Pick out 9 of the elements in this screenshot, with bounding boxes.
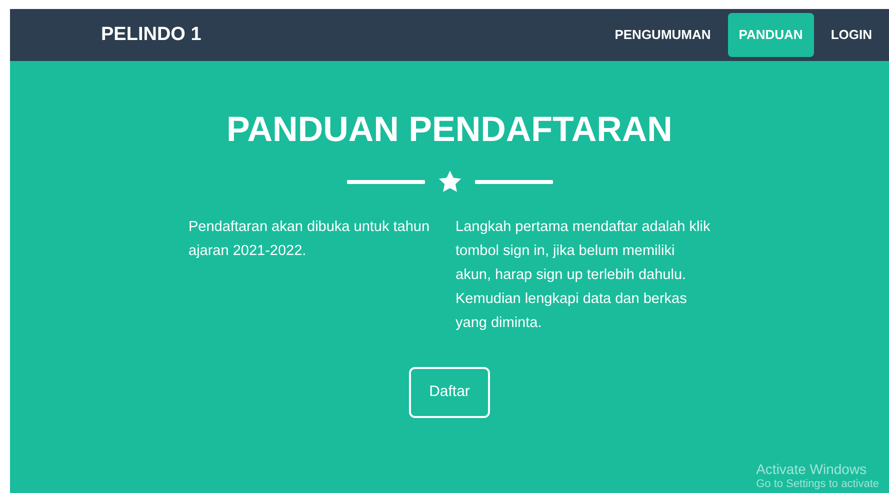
nav-link[interactable]: PENGUMUMAN (604, 13, 722, 57)
activation-notice-title: Activate Windows (756, 461, 868, 478)
paragraph: Langkah pertama mendaftar adalah klik tombol sign in, jika belum memiliki akun, harap sign up terlebih dahulu. Kemudian lengkapi data dan berkas yang diminta. (456, 218, 710, 333)
paragraph: Pendaftaran akan dibuka untuk tahun ajaran 2021-2022. (188, 218, 431, 261)
star-icon (436, 169, 462, 195)
activation-notice-text: Go to Settings to activate (756, 478, 879, 491)
page-title: PANDUAN PENDAFTARAN (226, 109, 672, 151)
nav-link[interactable]: LOGIN (820, 13, 883, 57)
brand-link[interactable]: PELINDO 1 (101, 20, 202, 50)
